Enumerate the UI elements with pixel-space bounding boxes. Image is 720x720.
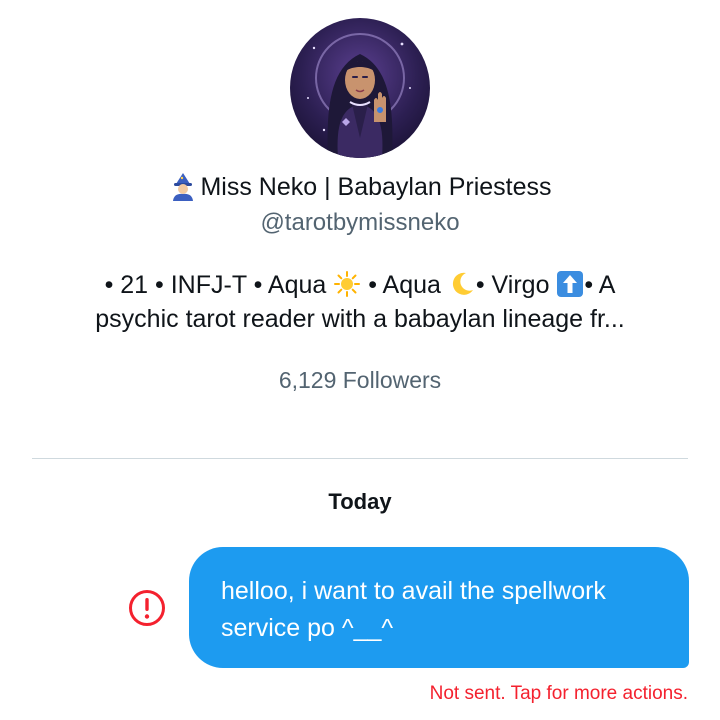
- dm-conversation-screen: Miss Neko | Babaylan Priestess @tarotbym…: [0, 0, 720, 720]
- section-divider: [32, 458, 688, 459]
- avatar-illustration: [290, 18, 430, 158]
- bio-line-2: psychic tarot reader with a babaylan lin…: [95, 305, 625, 333]
- date-separator: Today: [328, 489, 392, 514]
- bio-text-segment: • Aqua: [361, 271, 441, 299]
- sent-message-bubble[interactable]: helloo, i want to avail the spellwork se…: [189, 547, 689, 668]
- message-status-not-sent[interactable]: Not sent. Tap for more actions.: [430, 681, 688, 707]
- message-text-line-1: helloo, i want to avail the spellwork: [221, 577, 606, 605]
- followers-count[interactable]: 6,129 Followers: [0, 364, 720, 396]
- profile-handle: @tarotbymissneko: [260, 209, 460, 236]
- profile-bio: • 21 • INFJ-T • Aqua • Aqua • Virgo • A …: [40, 268, 680, 336]
- display-name-text: Miss Neko | Babaylan Priestess: [200, 173, 552, 201]
- bio-text-segment: • 21 • INFJ-T • Aqua: [104, 271, 327, 299]
- bio-text-segment: • Virgo: [475, 271, 550, 299]
- profile-display-name: Miss Neko | Babaylan Priestess: [0, 170, 720, 204]
- bio-text-segment: • A: [584, 271, 616, 299]
- bio-line-1: • 21 • INFJ-T • Aqua • Aqua • Virgo • A: [40, 268, 680, 302]
- exclamation-circle-icon[interactable]: [127, 588, 167, 628]
- up-arrow-emoji-icon: [556, 270, 584, 298]
- mage-emoji-icon: [168, 171, 198, 201]
- profile-avatar[interactable]: [290, 18, 430, 158]
- message-text-line-2: service po ^__^: [221, 614, 394, 642]
- sun-emoji-icon: [333, 270, 361, 298]
- crescent-moon-emoji-icon: [448, 270, 476, 298]
